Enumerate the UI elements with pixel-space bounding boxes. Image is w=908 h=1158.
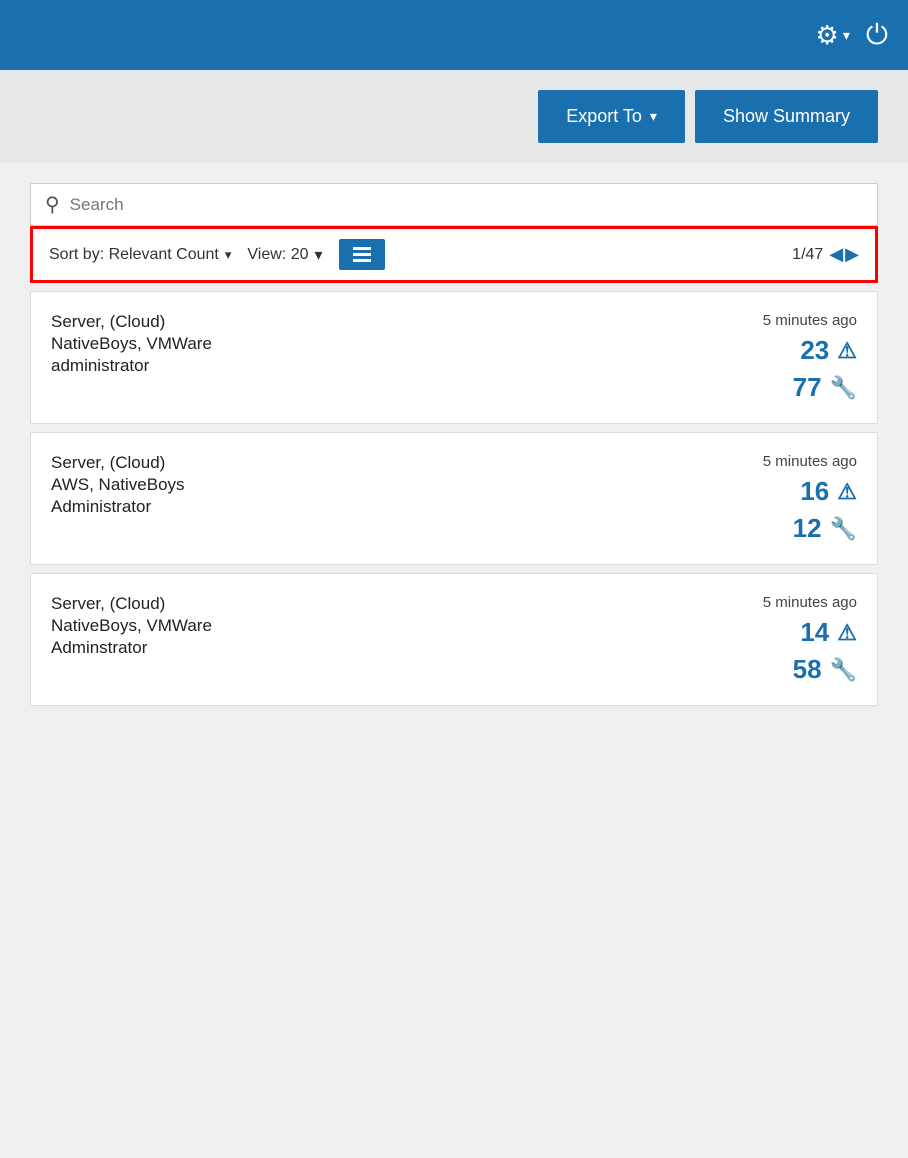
sort-caret: ▾ [225,247,232,263]
show-summary-button[interactable]: Show Summary [695,90,878,143]
prev-page-button[interactable]: ◀ [829,244,843,265]
wrench-icon: 🔧 [830,516,857,542]
wrench-icon: 🔧 [830,375,857,401]
pagination: 1/47 ◀ ▶ [792,244,859,265]
alert-icon: ⚠ [837,620,857,646]
card-title-line3: administrator [51,356,212,376]
export-label: Export To [566,106,642,127]
card-title-line1: Server, (Cloud) [51,594,212,614]
toolbar: Export To ▾ Show Summary [0,70,908,163]
settings-caret: ▾ [843,27,850,44]
card-info: Server, (Cloud) NativeBoys, VMWare admin… [51,312,212,376]
filter-bar: Sort by: Relevant Count ▾ View: 20 ▾ 1/4… [30,226,878,283]
tool-count: 12 [793,513,822,544]
search-icon: ⚲ [45,192,60,217]
alert-count: 23 [800,335,829,366]
sort-by-label: Sort by: Relevant Count [49,246,219,264]
card-time: 5 minutes ago [763,453,857,470]
export-button[interactable]: Export To ▾ [538,90,685,143]
pagination-arrows: ◀ ▶ [829,244,859,265]
card-title-line1: Server, (Cloud) [51,453,185,473]
card-title-line2: NativeBoys, VMWare [51,616,212,636]
sort-by-dropdown[interactable]: Sort by: Relevant Count ▾ [49,246,231,264]
card-stats: 5 minutes ago 23 ⚠ 77 🔧 [763,312,857,403]
tool-stat: 12 🔧 [793,513,857,544]
alert-stat: 23 ⚠ [800,335,857,366]
tool-stat: 77 🔧 [793,372,857,403]
card-title-line3: Administrator [51,497,185,517]
show-summary-label: Show Summary [723,106,850,127]
export-caret: ▾ [650,108,657,125]
tool-count: 58 [793,654,822,685]
pagination-text: 1/47 [792,246,823,264]
card-info: Server, (Cloud) NativeBoys, VMWare Admin… [51,594,212,658]
tool-stat: 58 🔧 [793,654,857,685]
alert-count: 14 [800,617,829,648]
card-time: 5 minutes ago [763,312,857,329]
tool-count: 77 [793,372,822,403]
list-item[interactable]: Server, (Cloud) NativeBoys, VMWare Admin… [30,573,878,706]
card-title-line2: NativeBoys, VMWare [51,334,212,354]
list-view-button[interactable] [339,239,385,270]
search-container: ⚲ [30,183,878,226]
card-title-line1: Server, (Cloud) [51,312,212,332]
alert-stat: 16 ⚠ [800,476,857,507]
next-page-button[interactable]: ▶ [845,244,859,265]
card-info: Server, (Cloud) AWS, NativeBoys Administ… [51,453,185,517]
alert-stat: 14 ⚠ [800,617,857,648]
cards-list: Server, (Cloud) NativeBoys, VMWare admin… [30,291,878,706]
gear-icon: ⚙ [816,20,839,51]
search-input[interactable] [70,195,863,215]
alert-count: 16 [800,476,829,507]
card-stats: 5 minutes ago 14 ⚠ 58 🔧 [763,594,857,685]
power-button[interactable]: ⏻ [866,19,888,52]
card-stats: 5 minutes ago 16 ⚠ 12 🔧 [763,453,857,544]
list-item[interactable]: Server, (Cloud) NativeBoys, VMWare admin… [30,291,878,424]
view-dropdown[interactable]: View: 20 ▾ [247,245,322,265]
card-title-line2: AWS, NativeBoys [51,475,185,495]
wrench-icon: 🔧 [830,657,857,683]
card-title-line3: Adminstrator [51,638,212,658]
view-label: View: 20 [247,246,308,264]
list-icon [353,247,371,262]
list-item[interactable]: Server, (Cloud) AWS, NativeBoys Administ… [30,432,878,565]
header: ⚙ ▾ ⏻ [0,0,908,70]
alert-icon: ⚠ [837,338,857,364]
main-content: ⚲ Sort by: Relevant Count ▾ View: 20 ▾ 1… [0,163,908,726]
settings-button[interactable]: ⚙ ▾ [816,20,850,51]
power-icon: ⏻ [866,19,888,50]
view-caret: ▾ [314,245,322,265]
card-time: 5 minutes ago [763,594,857,611]
alert-icon: ⚠ [837,479,857,505]
